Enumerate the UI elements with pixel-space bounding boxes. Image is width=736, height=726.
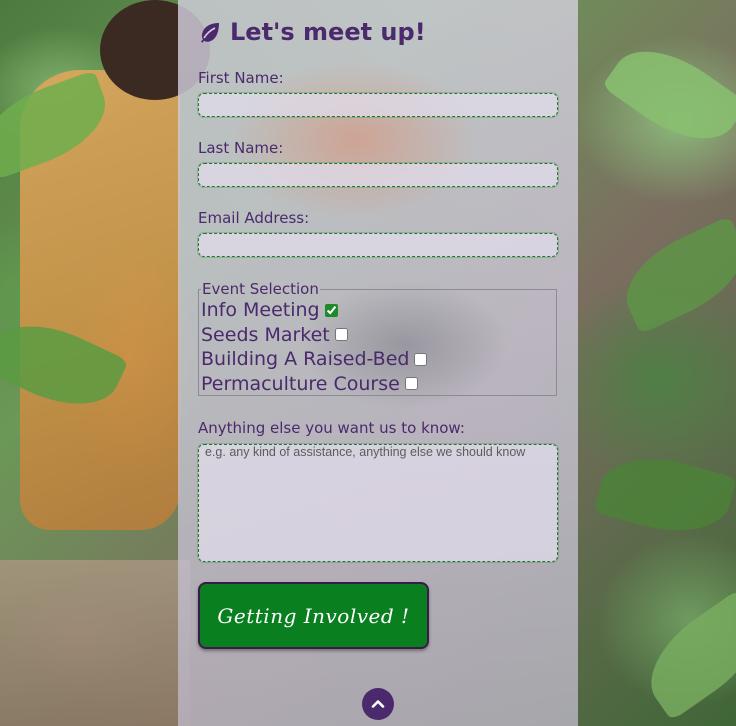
email-label: Email Address: (198, 209, 310, 227)
event-selection-group: Event Selection Info Meeting Seeds Marke… (198, 280, 557, 396)
background-leaf (611, 215, 736, 335)
form-title-text: Let's meet up! (230, 18, 426, 46)
leaf-icon (201, 23, 219, 43)
background-leaf (631, 589, 736, 721)
last-name-label: Last Name: (198, 139, 284, 157)
event-selection-legend: Event Selection (202, 280, 319, 298)
event-checkbox-seeds-market[interactable] (334, 328, 348, 342)
first-name-label: First Name: (198, 69, 284, 87)
chevron-up-icon (371, 700, 385, 708)
event-option-info-meeting: Info Meeting (201, 298, 554, 323)
background-leaf (593, 444, 736, 546)
event-option-label: Seeds Market (201, 323, 330, 346)
first-name-field[interactable] (198, 93, 558, 117)
last-name-field[interactable] (198, 163, 558, 187)
notes-label: Anything else you want us to know: (198, 419, 465, 437)
event-option-seeds-market: Seeds Market (201, 323, 554, 348)
event-checkbox-info-meeting[interactable] (324, 303, 338, 317)
notes-textarea[interactable] (198, 444, 558, 562)
background-leaf (601, 29, 736, 161)
form-title: Let's meet up! (198, 18, 426, 46)
event-option-permaculture-course: Permaculture Course (201, 372, 554, 397)
event-checkbox-raised-bed[interactable] (414, 352, 428, 366)
event-checkbox-permaculture-course[interactable] (404, 377, 418, 391)
event-option-label: Building A Raised-Bed (201, 348, 410, 370)
event-option-raised-bed: Building A Raised-Bed (201, 347, 554, 372)
event-option-label: Permaculture Course (201, 372, 400, 395)
event-option-label: Info Meeting (201, 299, 320, 321)
background-photo-soil (0, 560, 190, 726)
back-to-top-button[interactable] (362, 688, 394, 720)
email-field[interactable] (198, 233, 558, 257)
submit-button[interactable]: Getting Involved ! (198, 582, 429, 649)
